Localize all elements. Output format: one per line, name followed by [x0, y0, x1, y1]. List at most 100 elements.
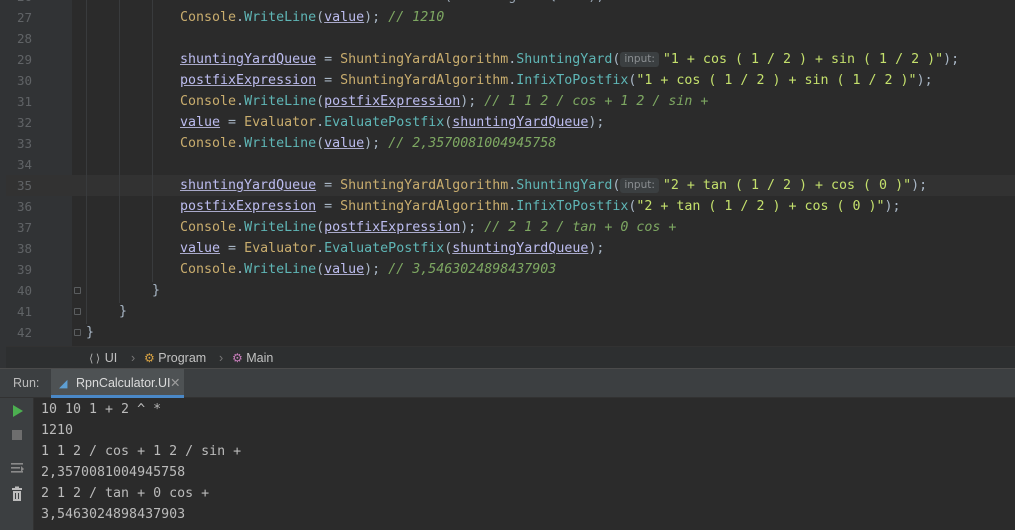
code-line[interactable]: 37 Console.WriteLine(postfixExpression); …: [6, 217, 1015, 238]
breadcrumb-method[interactable]: ⚙ Main: [232, 350, 273, 366]
line-number: 40: [16, 283, 32, 298]
class-token: ShuntingYardAlgorithm: [340, 73, 509, 88]
code-line[interactable]: 40}: [6, 280, 1015, 301]
fold-marker[interactable]: [74, 287, 81, 294]
code-text: postfixExpression = ShuntingYardAlgorith…: [180, 196, 901, 217]
code-line[interactable]: 29 shuntingYardQueue = ShuntingYardAlgori…: [6, 49, 1015, 70]
variable-token: value: [180, 241, 221, 256]
code-text: Console.WriteLine(value); // 1210: [180, 7, 444, 28]
class-token: Evaluator: [244, 115, 317, 130]
line-number: 33: [16, 136, 32, 151]
run-label: Run:: [13, 376, 40, 390]
code-line[interactable]: 39 Console.WriteLine(value); // 3,5463024…: [6, 259, 1015, 280]
punctuation-token: );: [884, 199, 901, 214]
line-number: 38: [16, 241, 32, 256]
code-line[interactable]: 42}: [6, 322, 1015, 343]
method-token: WriteLine: [244, 94, 317, 109]
code-line[interactable]: 26 value = Evaluator.EvaluatePostfix(shun…: [6, 0, 1015, 7]
punctuation-token: );: [364, 136, 389, 151]
code-text: Console.WriteLine(postfixExpression); //…: [180, 217, 676, 238]
punctuation-token: =: [316, 199, 341, 214]
trash-icon[interactable]: [9, 486, 25, 502]
method-token: InfixToPostfix: [516, 73, 629, 88]
code-text: shuntingYardQueue = ShuntingYardAlgorith…: [180, 49, 959, 70]
breadcrumb-namespace-label: UI: [104, 351, 118, 365]
fold-marker[interactable]: [74, 329, 81, 336]
code-line[interactable]: 30 postfixExpression = ShuntingYardAlgori…: [6, 70, 1015, 91]
variable-token: postfixExpression: [180, 73, 317, 88]
punctuation-token: );: [588, 241, 605, 256]
console-line: 1210: [41, 423, 74, 438]
run-tab-label: RpnCalculator.UI: [76, 376, 171, 390]
class-token: Console: [180, 94, 237, 109]
fold-marker[interactable]: [74, 308, 81, 315]
punctuation-token: );: [943, 52, 960, 67]
breadcrumb-namespace[interactable]: ⟨⟩ UI: [88, 350, 117, 367]
line-number: 26: [6, 0, 32, 7]
punctuation-token: );: [460, 220, 485, 235]
punctuation-token: .: [236, 220, 245, 235]
code-text: Console.WriteLine(postfixExpression); //…: [180, 91, 708, 112]
punctuation-token: (: [612, 52, 621, 67]
breadcrumb-separator: ›: [131, 351, 136, 365]
punctuation-token: .: [236, 94, 245, 109]
code-line[interactable]: 32 value = Evaluator.EvaluatePostfix(shun…: [6, 112, 1015, 133]
class-token: Console: [180, 10, 237, 25]
class-token: ShuntingYardAlgorithm: [340, 178, 509, 193]
punctuation-token: =: [316, 178, 341, 193]
parameter-hint: input:: [620, 178, 659, 193]
code-line[interactable]: 35 shuntingYardQueue = ShuntingYardAlgori…: [6, 175, 1015, 196]
stop-icon[interactable]: [9, 427, 25, 443]
line-number: 31: [16, 94, 32, 109]
code-line[interactable]: 31 Console.WriteLine(postfixExpression); …: [6, 91, 1015, 112]
breadcrumb-class[interactable]: ⚙ Program: [144, 350, 206, 366]
code-text: shuntingYardQueue = ShuntingYardAlgorith…: [180, 175, 927, 196]
console-line: 2,3570081004945758: [41, 465, 186, 480]
punctuation-token: .: [236, 262, 245, 277]
line-number: 42: [16, 325, 32, 340]
indent-guide: [86, 0, 87, 324]
console-output[interactable]: 10 10 1 + 2 ^ * 1210 1 1 2 / cos + 1 2 / s…: [34, 398, 1015, 530]
code-line[interactable]: 34: [6, 154, 1015, 175]
console-line: 2 1 2 / tan + 0 cos +: [41, 486, 210, 501]
run-tab[interactable]: ◢ RpnCalculator.UI ✕: [51, 369, 184, 398]
variable-token: shuntingYardQueue: [452, 241, 589, 256]
method-token: InfixToPostfix: [516, 199, 629, 214]
punctuation-token: =: [220, 241, 245, 256]
code-line[interactable]: 27 Console.WriteLine(value); // 1210: [6, 7, 1015, 28]
closing-brace: }: [119, 304, 128, 319]
code-text: value = Evaluator.EvaluatePostfix(shunti…: [180, 238, 604, 259]
code-line[interactable]: 28: [6, 28, 1015, 49]
namespace-icon: ⟨⟩: [88, 352, 102, 365]
breadcrumb: ⟨⟩ UI › ⚙ Program › ⚙ Main: [6, 346, 1015, 368]
code-text: value = Evaluator.EvaluatePostfix(shunti…: [180, 112, 604, 133]
code-editor[interactable]: 26value = Evaluator.EvaluatePostfix(shun…: [6, 0, 1015, 346]
sort-icon[interactable]: [9, 460, 25, 476]
comment-token: // 3,5463024898437903: [388, 262, 557, 277]
punctuation-token: .: [316, 115, 325, 130]
class-token: ShuntingYardAlgorithm: [340, 52, 509, 67]
method-token: ShuntingYard: [516, 178, 613, 193]
close-icon[interactable]: ✕: [170, 375, 180, 390]
variable-token: value: [324, 262, 365, 277]
comment-token: // 1 1 2 / cos + 1 2 / sin +: [484, 94, 709, 109]
punctuation-token: );: [364, 10, 389, 25]
punctuation-token: (: [316, 136, 325, 151]
console-line: 3,5463024898437903: [41, 507, 186, 522]
play-icon[interactable]: [9, 403, 25, 419]
code-line[interactable]: 38 value = Evaluator.EvaluatePostfix(shun…: [6, 238, 1015, 259]
indent-guide: [119, 0, 120, 303]
code-line[interactable]: 41}: [6, 301, 1015, 322]
code-line[interactable]: 36 postfixExpression = ShuntingYardAlgori…: [6, 196, 1015, 217]
closing-brace: }: [86, 325, 95, 340]
class-token: Evaluator: [244, 241, 317, 256]
method-token: EvaluatePostfix: [324, 115, 445, 130]
comment-token: // 2,3570081004945758: [388, 136, 557, 151]
punctuation-token: (: [316, 262, 325, 277]
class-token: Console: [180, 136, 237, 151]
code-text: Console.WriteLine(value); // 2,357008100…: [180, 133, 556, 154]
line-number: 32: [16, 115, 32, 130]
code-line[interactable]: 33 Console.WriteLine(value); // 2,3570081…: [6, 133, 1015, 154]
breadcrumb-method-label: Main: [246, 351, 274, 365]
breadcrumb-class-label: Program: [158, 351, 207, 365]
